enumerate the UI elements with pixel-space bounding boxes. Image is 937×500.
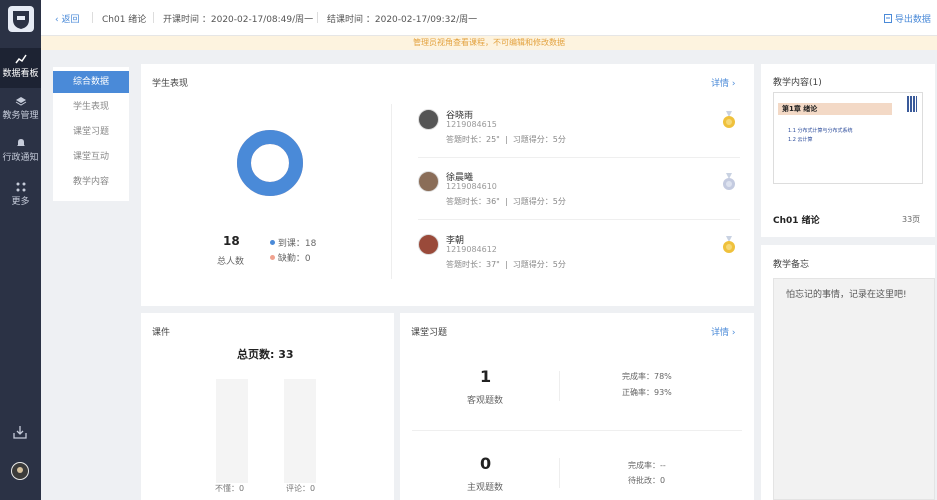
separator (92, 12, 93, 23)
divider (418, 219, 740, 220)
top-bar: ‹ 返回 Ch01 绪论 开课时间 ：2020-02-17/08:49/周一 结… (41, 0, 937, 36)
gold-medal-icon (723, 111, 735, 128)
divider (559, 458, 560, 488)
sidebar-item-label: 更多 (11, 197, 30, 207)
tab-overview[interactable]: 综合数据 (53, 71, 129, 93)
chevron-right-icon: › (731, 79, 736, 89)
back-button[interactable]: ‹ 返回 (55, 12, 80, 25)
export-icon (884, 14, 892, 23)
accuracy-rate: 正确率：93% (622, 388, 672, 397)
bell-icon (16, 139, 25, 146)
divider (559, 371, 560, 401)
tab-interaction[interactable]: 课堂互动 (53, 146, 129, 168)
comments-bar (284, 379, 316, 483)
student-id: 1219084610 (446, 182, 497, 191)
end-time: 结课时间 ：2020-02-17/09:32/周一 (327, 15, 478, 25)
separator (153, 12, 154, 23)
slide-heading: 第1章 绪论 (782, 105, 818, 113)
school-logo (8, 6, 34, 32)
silver-medal-icon (723, 173, 735, 190)
subjective-count: 0 (480, 454, 492, 473)
export-button[interactable]: 导出数据 (884, 12, 931, 25)
download-icon[interactable] (12, 424, 28, 440)
objective-count: 1 (480, 367, 492, 386)
tab-student-performance[interactable]: 学生表现 (53, 96, 129, 118)
content-name: Ch01 绪论 (773, 216, 820, 226)
sidebar-item-label: 行政通知 (2, 153, 39, 163)
slide-line: 1.2 云计算 (788, 137, 813, 143)
total-pages: 总页数: 33 (237, 348, 294, 361)
student-stats: 答题时长：36" | 习题得分：5分 (446, 197, 566, 206)
sidebar-item-notice[interactable]: 行政通知 (0, 134, 41, 170)
slide-decoration (907, 96, 917, 112)
teaching-content-card: 教学内容(1) 第1章 绪论 1.1 分布式计算与分布式系统 1.2 云计算 C… (761, 64, 935, 237)
avatar (418, 109, 439, 130)
layers-icon (15, 97, 26, 106)
main-sidebar: 数据看板 教务管理 行政通知 更多 (0, 0, 41, 500)
attendance-donut (237, 130, 303, 196)
not-understand-bar (216, 379, 248, 483)
separator (317, 12, 318, 23)
exercise-card: 课堂习题 详情 › 1 客观题数 完成率：78% 正确率：93% 0 主观题数 … (400, 313, 754, 500)
sidebar-item-dashboard[interactable]: 数据看板 (0, 48, 41, 88)
sidebar-item-more[interactable]: 更多 (0, 178, 41, 212)
attend-stat: 到课：18 (270, 236, 316, 249)
absent-stat: 缺勤：0 (270, 251, 311, 264)
student-id: 1219084615 (446, 120, 497, 129)
content-pages: 33页 (902, 215, 921, 224)
total-count: 18 (223, 234, 240, 248)
list-item[interactable]: 谷晓雨 1219084615 答题时长：25" | 习题得分：5分 (418, 108, 740, 164)
card-title: 学生表现 (152, 79, 189, 89)
subjective-label: 主观题数 (467, 483, 504, 493)
card-title: 课件 (152, 328, 171, 338)
grid-icon (16, 182, 25, 192)
objective-label: 客观题数 (467, 396, 504, 406)
attendance-donut-arc (237, 130, 303, 196)
user-avatar[interactable] (11, 462, 29, 480)
chevron-right-icon: › (731, 328, 736, 338)
student-stats: 答题时长：25" | 习题得分：5分 (446, 135, 566, 144)
list-item[interactable]: 李朝 1219084612 答题时长：37" | 习题得分：5分 (418, 233, 740, 289)
attend-dot (270, 240, 275, 245)
tab-teaching-content[interactable]: 教学内容 (53, 171, 129, 193)
completion-rate: 完成率：78% (622, 372, 672, 381)
absent-dot (270, 255, 275, 260)
courseware-card: 课件 总页数: 33 不懂：0 评论：0 (141, 313, 394, 500)
exercise-detail-link[interactable]: 详情 › (711, 325, 736, 338)
sidebar-item-label: 教务管理 (2, 111, 39, 121)
card-title: 教学备忘 (773, 260, 810, 270)
total-label: 总人数 (217, 257, 245, 267)
not-understand-count: 不懂：0 (215, 484, 245, 493)
avatar (418, 234, 439, 255)
slide-line: 1.1 分布式计算与分布式系统 (788, 128, 853, 134)
memo-textarea[interactable]: 怕忘记的事情，记录在这里吧! (773, 278, 935, 500)
subjective-completion: 完成率：-- (628, 461, 666, 470)
divider (418, 157, 740, 158)
tab-exercises[interactable]: 课堂习题 (53, 121, 129, 143)
card-title: 课堂习题 (411, 328, 448, 338)
chart-icon (14, 54, 27, 64)
student-id: 1219084612 (446, 245, 497, 254)
performance-detail-link[interactable]: 详情 › (711, 76, 736, 89)
list-item[interactable]: 徐晨曦 1219084610 答题时长：36" | 习题得分：5分 (418, 170, 740, 226)
student-stats: 答题时长：37" | 习题得分：5分 (446, 260, 566, 269)
gold-medal-icon (723, 236, 735, 253)
admin-notice: 管理员视角查看课程，不可编辑和修改数据 (41, 36, 937, 50)
slide-thumbnail[interactable]: 第1章 绪论 1.1 分布式计算与分布式系统 1.2 云计算 (773, 92, 923, 184)
sidebar-item-label: 数据看板 (2, 69, 39, 79)
sidebar-item-academic[interactable]: 教务管理 (0, 92, 41, 128)
divider (412, 430, 742, 431)
chevron-left-icon: ‹ (55, 15, 59, 25)
sub-menu: 综合数据 学生表现 课堂习题 课堂互动 教学内容 (53, 67, 129, 201)
card-title: 教学内容(1) (773, 78, 822, 88)
vertical-divider (391, 104, 392, 279)
comments-count: 评论：0 (286, 484, 316, 493)
course-name: Ch01 绪论 (102, 15, 147, 25)
avatar (418, 171, 439, 192)
start-time: 开课时间 ：2020-02-17/08:49/周一 (163, 15, 314, 25)
pending-review: 待批改：0 (628, 476, 666, 485)
memo-placeholder: 怕忘记的事情，记录在这里吧! (786, 290, 907, 300)
